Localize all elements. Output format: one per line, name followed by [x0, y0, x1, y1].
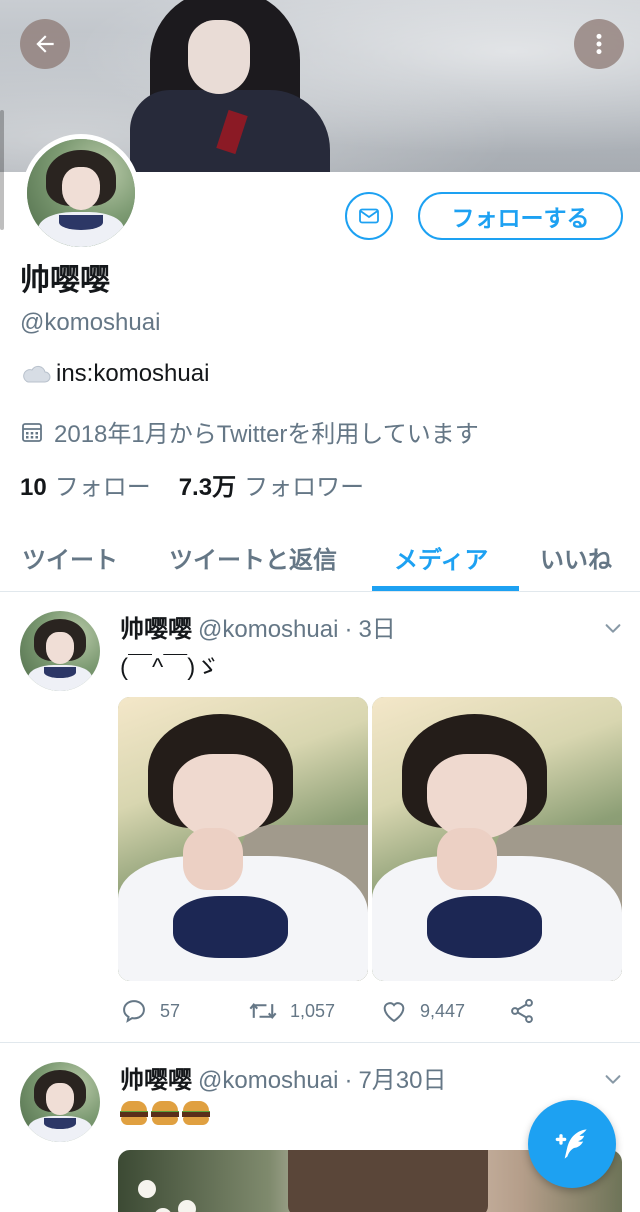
- avatar-face: [45, 1082, 75, 1115]
- tweet-author-handle[interactable]: @komoshuai: [198, 1067, 338, 1095]
- like-count: 9,447: [420, 1000, 466, 1021]
- tweet-separator: ·: [344, 1067, 353, 1094]
- avatar-face: [45, 631, 75, 664]
- tab-tweets-and-replies[interactable]: ツイートと返信: [169, 540, 337, 575]
- hamburger-icon: [182, 1100, 210, 1126]
- avatar-face: [61, 167, 101, 211]
- profile-joined: 2018年1月からTwitterを利用しています: [20, 414, 479, 449]
- share-button[interactable]: [508, 997, 536, 1025]
- hamburger-icon: [120, 1100, 148, 1126]
- compose-feather-icon: [555, 1129, 587, 1159]
- profile-avatar[interactable]: [22, 134, 140, 252]
- tweet-text: (￣^￣)ゞ: [120, 654, 220, 681]
- tab-likes[interactable]: いいね: [540, 540, 612, 575]
- message-button[interactable]: [345, 192, 393, 240]
- tweet-header: 帅嘤嘤 @komoshuai · 7月30日: [120, 1060, 446, 1095]
- tweet-header: 帅嘤嘤 @komoshuai · 3日: [120, 609, 396, 644]
- following-count: 10: [20, 474, 47, 501]
- banner-photo-face: [188, 20, 250, 94]
- profile-stats: 10 フォロー 7.3万 フォロワー: [20, 467, 364, 502]
- tweet-timestamp[interactable]: 7月30日: [358, 1060, 446, 1095]
- photo-face: [427, 753, 527, 839]
- followers-stat[interactable]: 7.3万 フォロワー: [179, 467, 364, 502]
- reply-button[interactable]: 57: [120, 997, 180, 1025]
- photo-hand: [183, 827, 243, 891]
- back-button[interactable]: [20, 19, 70, 69]
- heart-icon: [383, 1002, 405, 1023]
- photo-flower: [138, 1180, 156, 1198]
- profile-display-name: 帅嘤嘤: [20, 264, 110, 297]
- like-button[interactable]: 9,447: [380, 997, 465, 1025]
- tweet-avatar[interactable]: [20, 611, 100, 691]
- following-stat[interactable]: 10 フォロー: [20, 467, 151, 502]
- more-vertical-icon: [596, 33, 602, 55]
- retweet-button[interactable]: 1,057: [248, 997, 335, 1025]
- photo-hand: [437, 827, 497, 891]
- followers-label: フォロワー: [244, 474, 365, 501]
- tweet-author-name[interactable]: 帅嘤嘤: [120, 1060, 192, 1095]
- bio-text[interactable]: ins:komoshuai: [56, 360, 209, 388]
- cloud-icon: [23, 365, 51, 383]
- tweet-actions: 57 1,057 9,447: [120, 997, 560, 1027]
- tab-active-indicator: [372, 586, 519, 591]
- hamburger-icon: [151, 1100, 179, 1126]
- reply-icon: [123, 1000, 145, 1023]
- photo-bow: [427, 895, 542, 959]
- profile-handle: @komoshuai: [20, 309, 161, 336]
- tweet[interactable]: 帅嘤嘤 @komoshuai · 3日 (￣^￣)ゞ 57 1,057 9,44…: [0, 593, 640, 1043]
- mail-icon: [359, 208, 379, 224]
- more-options-button[interactable]: [574, 19, 624, 69]
- tweet-text: [120, 1098, 213, 1126]
- photo-flower: [154, 1208, 172, 1212]
- tweet-separator: ·: [344, 616, 353, 643]
- following-label: フォロー: [54, 474, 151, 501]
- arrow-left-icon: [36, 35, 54, 53]
- follow-button[interactable]: フォローする: [418, 192, 623, 240]
- chevron-down-icon[interactable]: [602, 617, 624, 639]
- avatar-collar: [59, 214, 103, 230]
- tweet-timestamp[interactable]: 3日: [358, 609, 395, 644]
- compose-tweet-button[interactable]: [528, 1100, 616, 1188]
- calendar-icon: [22, 422, 42, 442]
- photo-face: [173, 753, 273, 839]
- tweet-author-name[interactable]: 帅嘤嘤: [120, 609, 192, 644]
- reply-count: 57: [160, 1000, 181, 1021]
- scroll-indicator: [0, 110, 4, 230]
- profile-tabs: ツイート ツイートと返信 メディア いいね: [0, 526, 640, 592]
- share-icon: [511, 998, 533, 1024]
- chevron-down-icon[interactable]: [602, 1068, 624, 1090]
- tweet-media-image[interactable]: [118, 697, 368, 981]
- tab-tweets[interactable]: ツイート: [22, 540, 118, 575]
- tweet-author-handle[interactable]: @komoshuai: [198, 616, 338, 644]
- tweet-media-image[interactable]: [372, 697, 622, 981]
- profile-bio: ins:komoshuai: [20, 360, 209, 388]
- photo-flower: [178, 1200, 196, 1212]
- joined-text: 2018年1月からTwitterを利用しています: [54, 421, 479, 448]
- followers-count: 7.3万: [178, 474, 237, 501]
- photo-hair: [288, 1150, 488, 1212]
- tab-media[interactable]: メディア: [394, 540, 488, 575]
- retweet-icon: [249, 1003, 277, 1019]
- tweet-avatar[interactable]: [20, 1062, 100, 1142]
- photo-bow: [173, 895, 288, 959]
- retweet-count: 1,057: [290, 1000, 336, 1021]
